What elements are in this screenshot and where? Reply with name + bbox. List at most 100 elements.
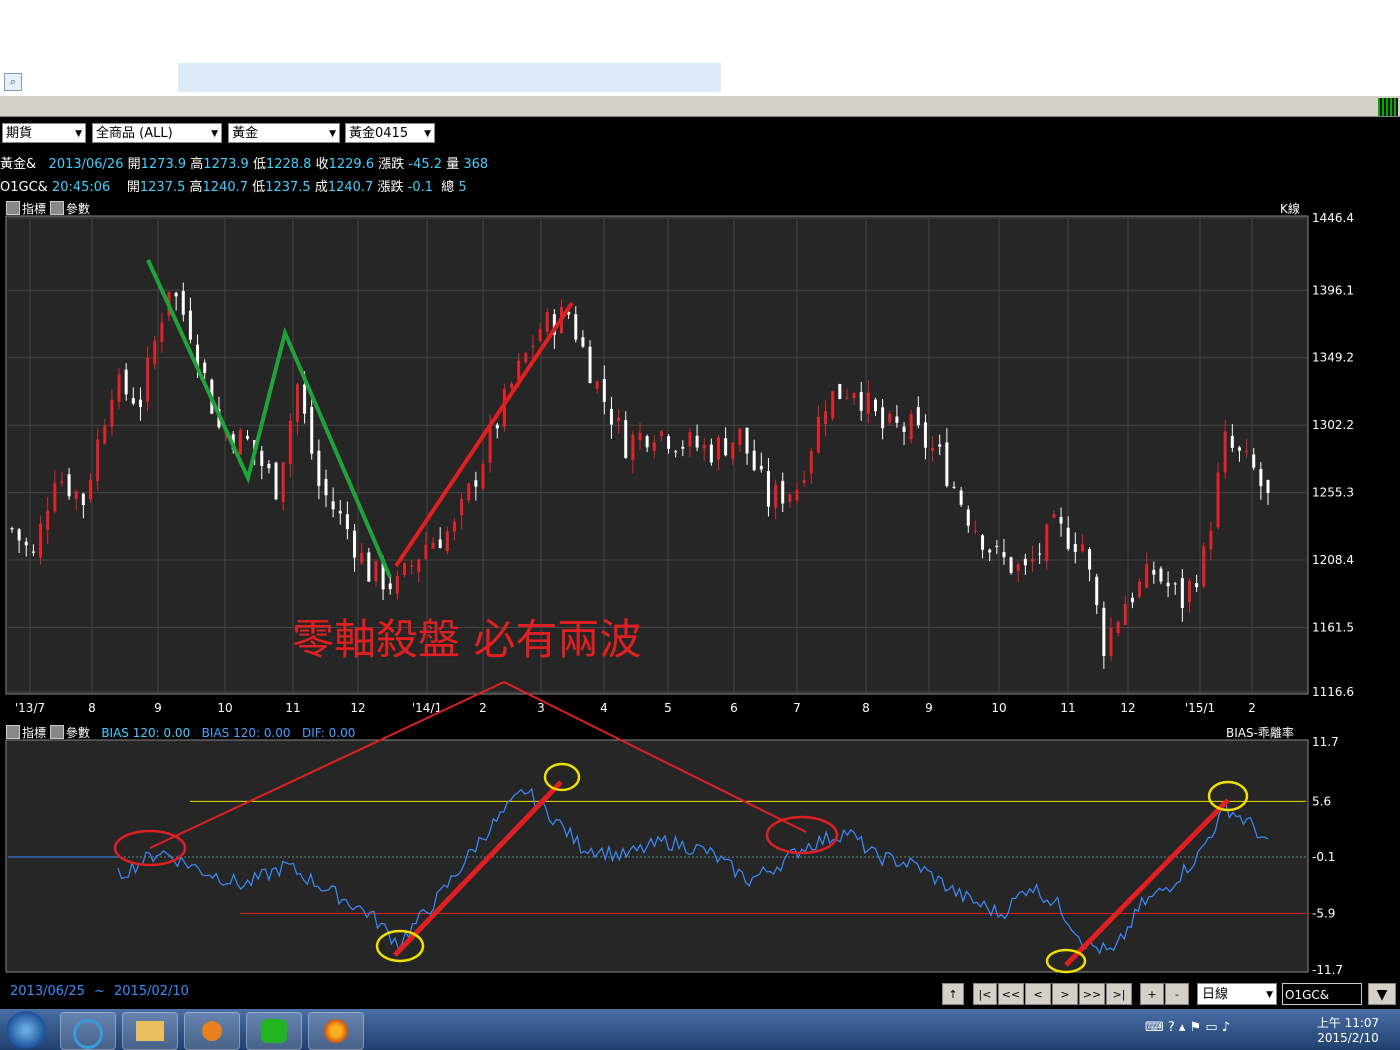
candle-body <box>781 480 785 504</box>
candle-body <box>10 528 14 530</box>
price-tick-label: 1255.3 <box>1312 486 1354 500</box>
candle-body <box>774 485 778 508</box>
candle-body <box>324 478 328 496</box>
candle-body <box>1045 524 1049 561</box>
date-tick-label: 11 <box>1060 701 1075 715</box>
candle-body <box>395 576 399 594</box>
candle-body <box>488 425 492 463</box>
price-tick-label: 1446.4 <box>1312 211 1354 225</box>
candle-body <box>1031 558 1034 562</box>
candle-body <box>881 407 885 429</box>
period-select[interactable]: 日線 ▼ <box>1197 983 1277 1005</box>
candle-body <box>888 413 892 423</box>
candle-body <box>809 450 813 474</box>
candle-body <box>759 465 763 470</box>
explorer-taskbar-icon[interactable] <box>122 1012 178 1050</box>
candle-body <box>1266 480 1270 493</box>
nav-back-button[interactable]: < <box>1025 983 1051 1005</box>
chart-canvas: 1446.41396.11349.21302.21255.31208.41161… <box>5 211 1354 999</box>
zoom-out-button[interactable]: - <box>1165 983 1189 1005</box>
nav-fast-forward-button[interactable]: >> <box>1079 983 1105 1005</box>
candle-body <box>431 542 435 549</box>
start-button[interactable] <box>6 1011 46 1049</box>
bias-tick-label: -11.7 <box>1312 963 1343 977</box>
bias-plot-area <box>5 739 1309 973</box>
candle-body <box>624 420 628 458</box>
candle-body <box>438 539 442 548</box>
nav-fast-back-button[interactable]: << <box>998 983 1024 1005</box>
candle-body <box>923 422 927 448</box>
chevron-down-icon: ▼ <box>1266 990 1273 1000</box>
date-tick-label: '15/1 <box>1185 701 1215 715</box>
candle-body <box>331 501 335 510</box>
symbol-input[interactable]: O1GC& <box>1282 983 1362 1005</box>
candle-body <box>481 464 485 489</box>
candle-body <box>1130 597 1134 603</box>
date-tick-label: 10 <box>991 701 1006 715</box>
date-tick-label: 11 <box>285 701 300 715</box>
candle-body <box>160 322 164 342</box>
candle-body <box>1102 607 1106 657</box>
candle-body <box>1073 543 1077 552</box>
nav-last-button[interactable]: >| <box>1106 983 1132 1005</box>
candle-body <box>545 311 549 332</box>
candle-body <box>738 428 742 446</box>
candle-body <box>1023 558 1027 566</box>
price-tick-label: 1349.2 <box>1312 351 1354 365</box>
candle-body <box>638 432 642 441</box>
candle-body <box>281 462 285 503</box>
clock-date: 2015/2/10 <box>1317 1031 1379 1045</box>
candle-body <box>153 340 157 365</box>
candle-body <box>46 510 50 531</box>
candle-body <box>188 310 192 340</box>
bias-tick-label: 11.7 <box>1312 735 1339 749</box>
date-tick-label: 6 <box>730 701 738 715</box>
candle-body <box>1066 527 1070 549</box>
candle-body <box>295 384 299 422</box>
date-tick-label: 2 <box>1248 701 1256 715</box>
clock-time: 上午 11:07 <box>1316 1016 1380 1030</box>
candle-body <box>674 451 678 453</box>
nav-up-button[interactable]: ↑ <box>942 983 964 1005</box>
candle-body <box>1145 564 1149 588</box>
candle-body <box>667 436 671 449</box>
candle-body <box>702 444 706 449</box>
candle-body <box>717 437 720 460</box>
ie-taskbar-icon[interactable] <box>60 1012 116 1050</box>
candle-body <box>238 430 242 455</box>
candle-body <box>1237 447 1241 451</box>
nav-first-button[interactable]: |< <box>973 983 997 1005</box>
date-from: 2013/06/25 <box>10 984 85 999</box>
media-taskbar-icon[interactable] <box>184 1012 240 1050</box>
candle-body <box>367 552 371 582</box>
nav-forward-button[interactable]: > <box>1052 983 1078 1005</box>
candle-body <box>1080 544 1084 552</box>
candle-body <box>531 346 535 348</box>
candle-body <box>31 551 35 553</box>
price-tick-label: 1161.5 <box>1312 620 1354 634</box>
candle-body <box>788 494 792 502</box>
date-tick-label: '13/7 <box>15 701 45 715</box>
candle-body <box>659 431 663 437</box>
candle-body <box>1123 604 1127 626</box>
candle-body <box>802 480 806 483</box>
candle-body <box>1223 431 1227 473</box>
candle-body <box>1116 621 1120 634</box>
dropdown-arrow-button[interactable]: ▼ <box>1368 983 1396 1005</box>
candle-body <box>510 383 514 388</box>
clock[interactable]: 上午 11:07 2015/2/10 <box>1314 1014 1382 1045</box>
candle-body <box>53 483 57 512</box>
date-tick-label: 9 <box>154 701 162 715</box>
candle-body <box>246 435 249 439</box>
firefox-taskbar-icon[interactable] <box>308 1012 364 1050</box>
system-tray-icons[interactable]: ⌨ ? ▴ ⚑ ▭ ♪ <box>1145 1020 1295 1040</box>
zoom-in-button[interactable]: + <box>1140 983 1164 1005</box>
candle-body <box>1195 583 1199 588</box>
candle-body <box>353 530 357 558</box>
candle-body <box>417 559 421 573</box>
line-taskbar-icon[interactable] <box>246 1012 302 1050</box>
candle-body <box>274 462 278 500</box>
candle-body <box>902 426 906 432</box>
candle-body <box>645 436 649 448</box>
candle-body <box>631 435 635 460</box>
